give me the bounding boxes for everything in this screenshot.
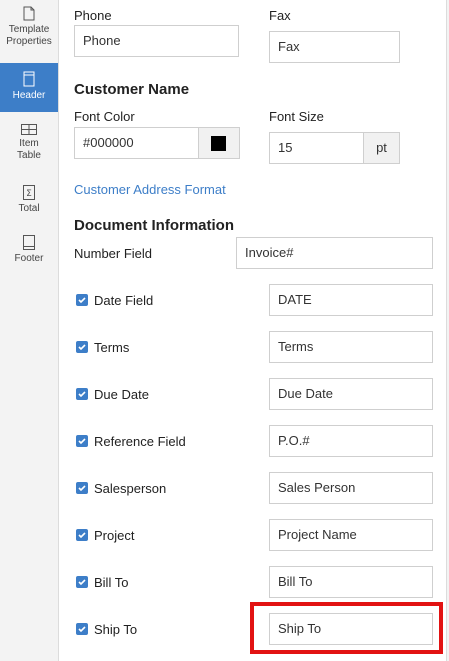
check-icon [78,344,86,351]
color-picker-button[interactable] [198,127,240,159]
document-icon [23,6,35,21]
phone-field[interactable]: Phone [74,25,239,57]
check-icon [78,485,86,492]
project-input[interactable]: Project Name [269,519,433,551]
footer-icon [23,235,35,250]
color-swatch [211,136,226,151]
sidebar-item-label: Properties [6,36,52,47]
sidebar-item-label: Footer [14,253,44,264]
date-field-checkbox[interactable] [76,294,88,306]
ship-to-label: Ship To [94,622,138,637]
salesperson-input[interactable]: Sales Person [269,472,433,504]
reference-field-checkbox[interactable] [76,435,88,447]
font-color-label: Font Color [74,109,135,124]
date-field-label: Date Field [94,293,154,308]
sidebar-item-footer[interactable]: Footer [0,235,58,267]
date-field-input[interactable]: DATE [269,284,433,316]
salesperson-label: Salesperson [94,481,167,496]
sidebar-item-header[interactable]: Header [0,63,58,112]
phone-label: Phone [74,8,112,23]
ship-to-checkbox[interactable] [76,623,88,635]
check-icon [78,532,86,539]
project-label: Project [94,528,135,543]
document-information-heading: Document Information [74,217,234,234]
sidebar-item-item-table[interactable]: Item Table [0,124,58,168]
due-date-checkbox[interactable] [76,388,88,400]
check-icon [78,579,86,586]
reference-field-label: Reference Field [94,434,186,449]
sidebar-item-label: Table [17,150,41,161]
bill-to-checkbox[interactable] [76,576,88,588]
font-size-unit: pt [363,132,400,164]
fax-label: Fax [269,8,291,23]
sidebar-item-label: Template [8,24,50,35]
bill-to-label: Bill To [94,575,129,590]
bill-to-input[interactable]: Bill To [269,566,433,598]
sidebar-item-label: Total [18,203,40,214]
reference-field-input[interactable]: P.O.# [269,425,433,457]
check-icon [78,297,86,304]
sigma-icon: Σ [23,185,35,200]
salesperson-checkbox[interactable] [76,482,88,494]
svg-text:Σ: Σ [26,189,32,199]
customer-name-heading: Customer Name [74,81,190,98]
sidebar-item-label: Item [19,138,39,149]
table-icon [21,124,37,135]
font-color-field[interactable]: #000000 [74,127,199,159]
check-icon [78,626,86,633]
header-icon [23,71,35,87]
sidebar: Template Properties Header Item Table Σ … [0,0,59,661]
font-size-label: Font Size [269,109,324,124]
customer-address-format-link[interactable]: Customer Address Format [74,182,226,197]
check-icon [78,438,86,445]
due-date-label: Due Date [94,387,149,402]
terms-checkbox[interactable] [76,341,88,353]
number-field-label: Number Field [74,246,153,261]
terms-label: Terms [94,340,130,355]
font-size-field[interactable]: 15 [269,132,364,164]
fax-field[interactable]: Fax [269,31,400,63]
sidebar-item-total[interactable]: Σ Total [0,185,58,217]
project-checkbox[interactable] [76,529,88,541]
check-icon [78,391,86,398]
highlight-box [250,602,443,654]
due-date-input[interactable]: Due Date [269,378,433,410]
sidebar-item-template-properties[interactable]: Template Properties [0,6,58,56]
terms-input[interactable]: Terms [269,331,433,363]
number-field-input[interactable]: Invoice# [236,237,433,269]
sidebar-item-label: Header [12,90,46,101]
